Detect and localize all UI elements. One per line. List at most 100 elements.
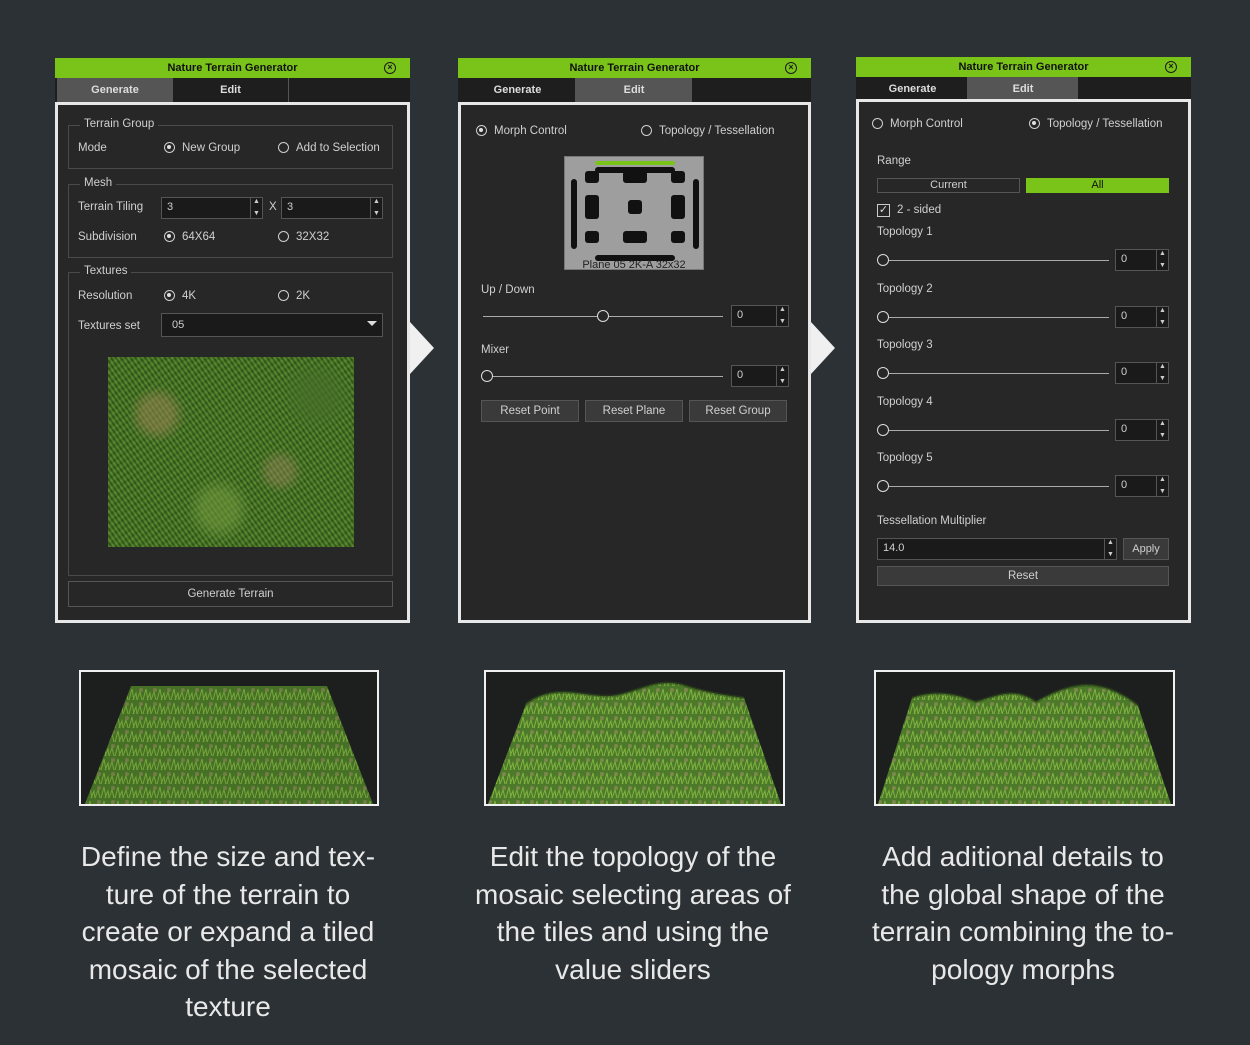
topology-slider-track[interactable] xyxy=(883,373,1109,374)
reset-plane-button[interactable]: Reset Plane xyxy=(585,400,683,422)
sub-32-label: 32X32 xyxy=(296,231,330,243)
res-2k-label: 2K xyxy=(296,290,311,302)
sub-64-radio[interactable] xyxy=(164,231,175,242)
reset-point-button[interactable]: Reset Point xyxy=(481,400,579,422)
topology-radio[interactable] xyxy=(641,125,652,136)
res-4k-radio[interactable] xyxy=(164,290,175,301)
mode-label: Mode xyxy=(78,142,107,154)
topology-slider-track[interactable] xyxy=(883,316,1109,318)
tab-generate[interactable]: Generate xyxy=(460,78,576,102)
caption-generate: Define the size and tex-ture of the terr… xyxy=(80,841,376,1022)
tiling-y-value: 3 xyxy=(287,201,294,213)
terrain-render-morph xyxy=(484,670,785,806)
close-icon[interactable]: × xyxy=(1165,61,1177,73)
tab-edit[interactable]: Edit xyxy=(968,77,1078,101)
range-current-button[interactable]: Current xyxy=(877,178,1020,193)
close-icon[interactable]: × xyxy=(785,62,797,74)
topology-row-label: Topology 1 xyxy=(877,226,933,238)
topology-value-input[interactable]: 0 xyxy=(1115,302,1169,332)
tab-edit[interactable]: Edit xyxy=(173,78,289,102)
chevron-down-icon xyxy=(367,321,377,326)
reset-group-button[interactable]: Reset Group xyxy=(689,400,787,422)
tess-label: Tessellation Multiplier xyxy=(877,515,987,527)
morph-control-radio[interactable] xyxy=(476,125,487,136)
res-2k-radio[interactable] xyxy=(278,290,289,301)
tiling-y-input[interactable]: 3 xyxy=(281,193,383,223)
topology-spinner[interactable] xyxy=(1156,302,1168,332)
mesh-box xyxy=(68,184,393,258)
topology-slider-knob[interactable] xyxy=(877,423,889,436)
topology-value: 0 xyxy=(1121,366,1128,378)
mixer-spinner[interactable] xyxy=(776,361,788,391)
tile-grid-icon xyxy=(571,161,699,261)
tiling-x-spinner[interactable] xyxy=(250,193,262,223)
topology-label: Topology / Tessellation xyxy=(1047,118,1163,130)
topology-label: Topology / Tessellation xyxy=(659,125,775,137)
window-title: Nature Terrain Generator xyxy=(856,57,1191,77)
plane-selector[interactable]: Plane 05 2K-A 32x32 xyxy=(564,156,704,271)
topology-slider-track[interactable] xyxy=(883,486,1109,487)
tab-bar: Generate Edit xyxy=(856,77,1191,101)
two-sided-checkbox[interactable]: ✓ xyxy=(877,204,890,217)
reset-button[interactable]: Reset xyxy=(877,566,1169,586)
topology-row-label: Topology 5 xyxy=(877,452,933,464)
tab-generate[interactable]: Generate xyxy=(858,77,968,101)
topology-slider-knob[interactable] xyxy=(877,480,889,492)
texset-dropdown[interactable]: 05 xyxy=(161,313,383,337)
tab-generate[interactable]: Generate xyxy=(57,78,173,102)
panel-body: Terrain Group Mode New Group Add to Sele… xyxy=(55,102,410,623)
terrain-render-flat xyxy=(79,670,379,806)
tiling-x-input[interactable]: 3 xyxy=(161,193,263,223)
tab-edit[interactable]: Edit xyxy=(576,78,692,102)
topology-radio[interactable] xyxy=(1029,118,1040,129)
topology-value-input[interactable]: 0 xyxy=(1115,415,1169,445)
topology-spinner[interactable] xyxy=(1156,415,1168,445)
topology-value-input[interactable]: 0 xyxy=(1115,245,1169,275)
range-label: Range xyxy=(877,155,911,167)
terrain-render-topology xyxy=(874,670,1175,806)
panel-generate: Nature Terrain Generator × Generate Edit… xyxy=(55,58,410,623)
topology-slider-knob[interactable] xyxy=(877,310,889,323)
mode-add-radio[interactable] xyxy=(278,142,289,153)
topology-value: 0 xyxy=(1121,479,1128,491)
window-title: Nature Terrain Generator xyxy=(458,58,811,78)
topology-spinner[interactable] xyxy=(1156,245,1168,275)
topology-value-input[interactable]: 0 xyxy=(1115,471,1169,501)
topology-slider-knob[interactable] xyxy=(877,254,889,266)
arrow-right-icon xyxy=(410,322,434,374)
topology-slider-track[interactable] xyxy=(883,260,1109,261)
topology-spinner[interactable] xyxy=(1156,471,1168,501)
tab-bar: Generate Edit xyxy=(55,78,410,102)
topology-slider-track[interactable] xyxy=(883,429,1109,431)
terrain-group-title: Terrain Group xyxy=(80,118,159,130)
updown-spinner[interactable] xyxy=(776,301,788,331)
close-icon[interactable]: × xyxy=(384,62,396,74)
morph-control-radio[interactable] xyxy=(872,118,883,129)
mixer-slider-track[interactable] xyxy=(483,376,723,377)
topology-row-label: Topology 3 xyxy=(877,339,933,351)
generate-terrain-button[interactable]: Generate Terrain xyxy=(68,581,393,607)
topology-row-label: Topology 4 xyxy=(877,395,933,408)
topology-value-input[interactable]: 0 xyxy=(1115,358,1169,388)
caption-topology: Add aditional details to the global shap… xyxy=(872,841,1174,985)
mode-add-label: Add to Selection xyxy=(296,142,380,154)
panel-edit-topology: Nature Terrain Generator × Generate Edit… xyxy=(856,57,1191,623)
mode-new-radio[interactable] xyxy=(164,142,175,153)
updown-input[interactable]: 0 xyxy=(731,301,789,331)
panel-body: Morph Control Topology / Tessellation Ra… xyxy=(856,99,1191,623)
mixer-input[interactable]: 0 xyxy=(731,361,789,391)
mixer-slider-knob[interactable] xyxy=(481,370,493,382)
tess-input[interactable]: 14.0 xyxy=(877,534,1117,564)
panel-edit-morph: Nature Terrain Generator × Generate Edit… xyxy=(458,58,811,623)
updown-slider-knob[interactable] xyxy=(597,310,609,322)
tiling-y-spinner[interactable] xyxy=(370,193,382,223)
sub-32-radio[interactable] xyxy=(278,231,289,242)
topology-spinner[interactable] xyxy=(1156,358,1168,388)
tess-spinner[interactable] xyxy=(1104,534,1116,564)
res-4k-label: 4K xyxy=(182,290,197,302)
tiling-label: Terrain Tiling xyxy=(78,201,144,213)
topology-slider-knob[interactable] xyxy=(877,367,889,379)
apply-button[interactable]: Apply xyxy=(1123,538,1169,560)
plane-label: Plane 05 2K-A 32x32 xyxy=(582,259,686,271)
range-all-button[interactable]: All xyxy=(1026,178,1169,193)
